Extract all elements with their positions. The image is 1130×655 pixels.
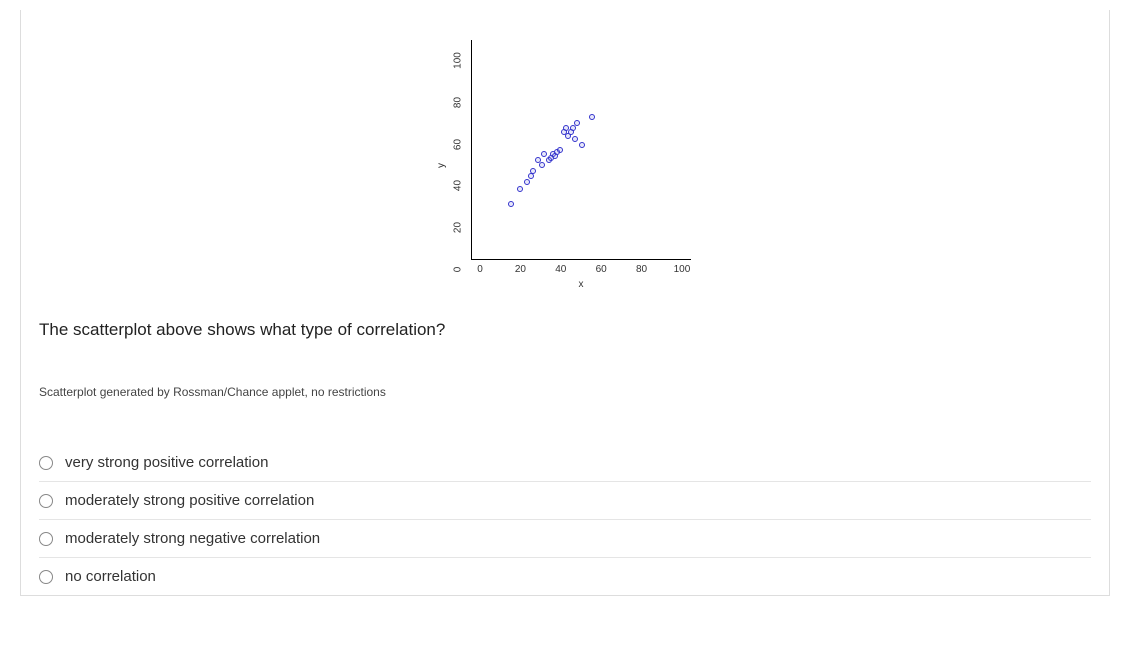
y-tick: 20 [453,219,464,237]
attribution-text: Scatterplot generated by Rossman/Chance … [39,385,1091,399]
y-tick: 80 [453,93,464,111]
question-text: The scatterplot above shows what type of… [39,320,1091,340]
scatter-point [572,136,578,142]
scatter-point [530,168,536,174]
option-row[interactable]: moderately strong positive correlation [39,482,1091,520]
question-container: y 100 80 60 40 20 0 0 20 40 60 80 100 [20,10,1110,596]
scatter-point [539,162,545,168]
radio-icon[interactable] [39,570,53,584]
radio-icon[interactable] [39,456,53,470]
option-label: moderately strong negative correlation [65,530,320,547]
plot-box: 0 20 40 60 80 100 x [471,40,691,290]
y-tick: 0 [453,260,464,278]
y-ticks: 100 80 60 40 20 0 [449,55,467,275]
option-row[interactable]: no correlation [39,558,1091,595]
scatter-point [524,179,530,185]
x-tick: 80 [633,264,651,275]
scatter-point [574,120,580,126]
x-tick: 40 [552,264,570,275]
option-row[interactable]: moderately strong negative correlation [39,520,1091,558]
scatter-point [508,201,514,207]
x-tick: 60 [592,264,610,275]
option-row[interactable]: very strong positive correlation [39,444,1091,482]
chart-wrapper: y 100 80 60 40 20 0 0 20 40 60 80 100 [39,40,1091,290]
y-axis-label: y [436,163,447,168]
scatter-point [557,147,563,153]
option-label: no correlation [65,568,156,585]
option-label: moderately strong positive correlation [65,492,314,509]
x-axis-label: x [471,279,691,290]
radio-icon[interactable] [39,494,53,508]
y-tick: 60 [453,135,464,153]
chart-area: y 100 80 60 40 20 0 0 20 40 60 80 100 [439,40,691,290]
option-label: very strong positive correlation [65,454,268,471]
x-tick: 100 [673,264,691,275]
scatter-point [517,186,523,192]
y-tick: 100 [453,52,464,70]
scatter-point [541,151,547,157]
scatter-point [579,142,585,148]
radio-icon[interactable] [39,532,53,546]
x-tick: 0 [471,264,489,275]
x-tick: 20 [511,264,529,275]
scatter-point [589,114,595,120]
x-ticks: 0 20 40 60 80 100 [471,264,691,275]
y-tick: 40 [453,177,464,195]
scatter-plot [471,40,691,260]
